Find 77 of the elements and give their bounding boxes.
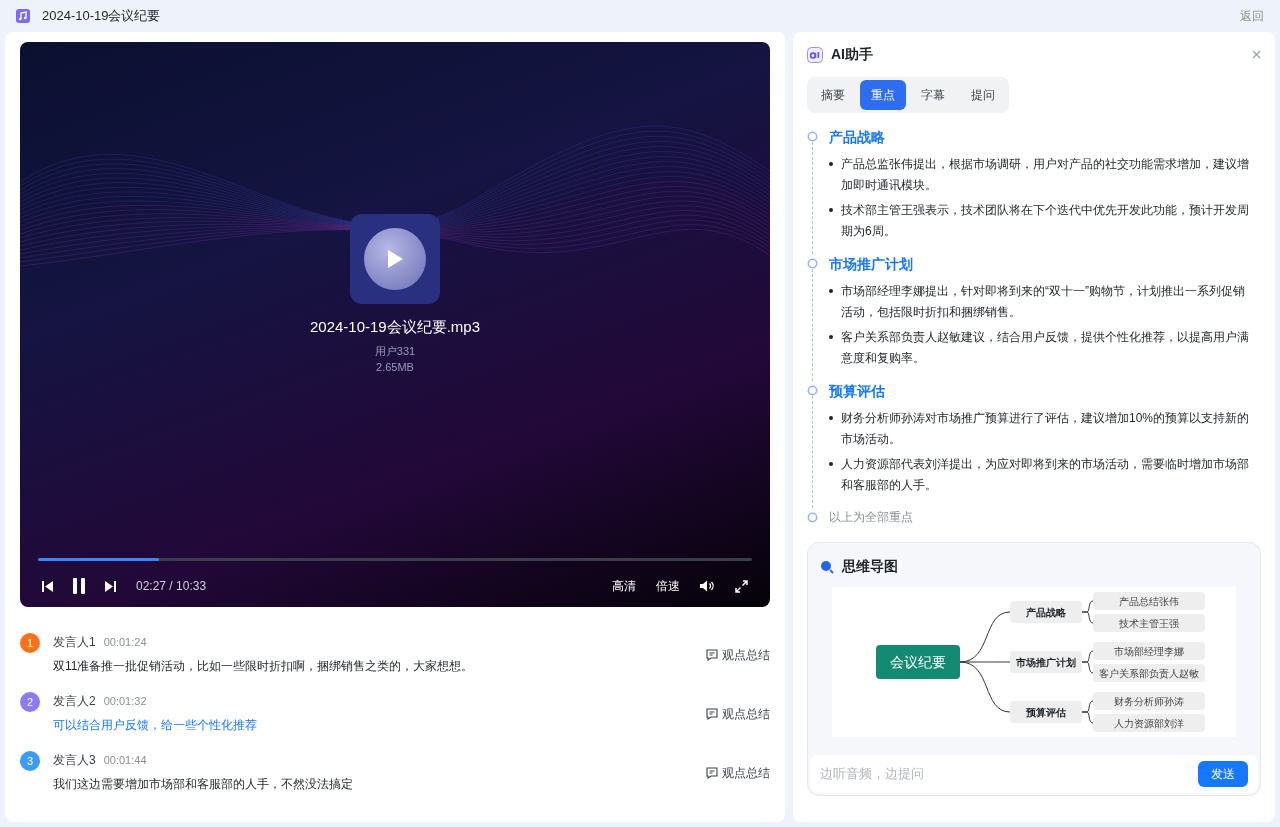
quality-button[interactable]: 高清 <box>612 577 636 595</box>
music-note-icon <box>16 9 30 23</box>
tab[interactable]: 字幕 <box>910 80 956 110</box>
transcript-text: 可以结合用户反馈，给一些个性化推荐 <box>53 717 258 734</box>
speaker-name: 发言人1 <box>53 634 96 651</box>
branch-node: 预算评估 <box>1010 701 1082 723</box>
timeline-dot-icon <box>807 385 818 396</box>
leaf-node: 人力资源部刘洋 <box>1093 714 1205 732</box>
speaker-number-badge: 1 <box>20 633 40 653</box>
tab[interactable]: 摘要 <box>810 80 856 110</box>
leaf-node: 财务分析师孙涛 <box>1093 692 1205 710</box>
next-icon[interactable] <box>105 580 116 592</box>
bullet-icon <box>829 162 833 166</box>
branch-node: 市场推广计划 <box>1010 651 1082 673</box>
bullet-text: 人力资源部代表刘洋提出，为应对即将到来的市场活动，需要临时增加市场部和客服部的人手。 <box>841 456 1250 494</box>
tab[interactable]: 重点 <box>860 80 906 110</box>
fullscreen-icon[interactable] <box>735 579 748 593</box>
timeline-dot-icon <box>807 258 818 269</box>
comment-icon <box>706 649 718 661</box>
speaker-name: 发言人2 <box>53 693 96 710</box>
bullet-icon <box>829 462 833 466</box>
timestamp: 00:01:32 <box>103 693 147 709</box>
pause-icon[interactable] <box>73 578 85 594</box>
assistant-title: AI助手 <box>831 45 873 64</box>
section-heading: 预算评估 <box>829 382 886 401</box>
connector-line <box>1081 611 1094 624</box>
summary-button[interactable]: 观点总结 <box>706 764 770 782</box>
speaker-number-badge: 2 <box>20 692 40 712</box>
timeline-dot-icon <box>807 511 818 523</box>
progress-track[interactable] <box>38 558 752 561</box>
bullet-text: 产品总监张伟提出，根据市场调研，用户对产品的社交功能需求增加，建议增加即时通讯模块。 <box>841 156 1250 194</box>
question-field[interactable]: 边听音频，边提问 发送 <box>810 755 1258 793</box>
speaker-name: 发言人3 <box>53 752 96 769</box>
speed-button[interactable]: 倍速 <box>656 577 680 595</box>
end-note: 以上为全部重点 <box>829 509 913 526</box>
bullet-icon <box>829 416 833 420</box>
timestamp: 00:01:24 <box>103 634 147 650</box>
leaf-node: 客户关系部负责人赵敏 <box>1093 664 1205 682</box>
leaf-node: 产品总结张伟 <box>1093 592 1205 610</box>
search-icon <box>820 559 834 574</box>
play-icon <box>385 248 405 271</box>
transcript-text: 我们这边需要增加市场部和客服部的人手，不然没法搞定 <box>53 776 354 793</box>
file-owner: 用户331 <box>374 343 416 359</box>
file-name: 2024-10-19会议纪要.mp3 <box>309 317 481 338</box>
bullet-text: 技术部主管王强表示，技术团队将在下个迭代中优先开发此功能，预计开发周期为6周。 <box>841 202 1250 240</box>
volume-icon[interactable] <box>700 580 715 592</box>
close-icon[interactable] <box>1252 50 1261 59</box>
timeline-dot-icon <box>807 131 818 142</box>
file-size: 2.65MB <box>376 360 414 376</box>
summary-button[interactable]: 观点总结 <box>706 646 770 664</box>
connector-line <box>1081 711 1094 724</box>
tab[interactable]: 提问 <box>960 80 1006 110</box>
transcript-text: 双11准备推一批促销活动，比如一些限时折扣啊，捆绑销售之类的，大家想想。 <box>53 658 475 675</box>
leaf-node: 技术主管王强 <box>1093 614 1205 632</box>
window-title: 2024-10-19会议纪要 <box>42 7 161 26</box>
section-heading: 产品战略 <box>829 128 886 147</box>
playback-time: 02:27 / 10:33 <box>136 578 207 595</box>
bullet-icon <box>829 208 833 212</box>
connector-line <box>1081 661 1094 674</box>
root-node: 会议纪要 <box>876 645 960 679</box>
comment-icon <box>706 708 718 720</box>
summary-button[interactable]: 观点总结 <box>706 705 770 723</box>
previous-icon[interactable] <box>42 580 53 592</box>
timestamp: 00:01:44 <box>103 752 147 768</box>
bullet-text: 客户关系部负责人赵敏建议，结合用户反馈，提供个性化推荐，以提高用户满意度和复购率。 <box>841 329 1250 367</box>
bullet-icon <box>829 289 833 293</box>
bullet-text: 市场部经理李娜提出，针对即将到来的“双十一”购物节，计划推出一系列促销活动，包括限时折扣和捆绑销售。 <box>841 283 1246 321</box>
bullet-text: 财务分析师孙涛对市场推广预算进行了评估，建议增加10%的预算以支持新的市场活动。 <box>841 410 1251 448</box>
section-heading: 市场推广计划 <box>829 255 914 274</box>
comment-icon <box>706 767 718 779</box>
send-button[interactable]: 发送 <box>1198 761 1248 787</box>
mind-map-title: 思维导图 <box>842 557 898 576</box>
branch-node: 产品战略 <box>1010 601 1082 623</box>
leaf-node: 市场部经理李娜 <box>1093 642 1205 660</box>
bullet-icon <box>829 335 833 339</box>
speaker-number-badge: 3 <box>20 751 40 771</box>
ai-logo-icon <box>807 46 823 63</box>
